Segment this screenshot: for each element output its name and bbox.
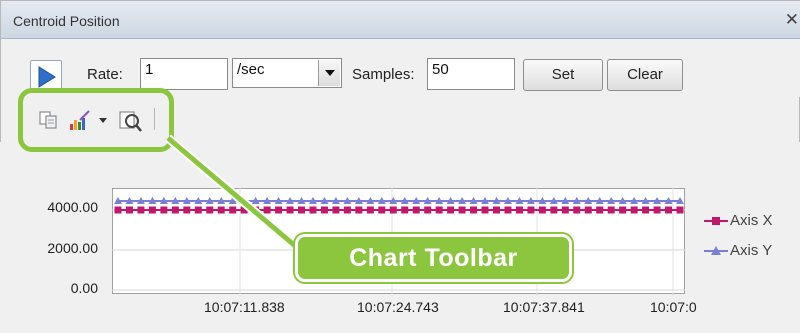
data-point — [435, 206, 443, 214]
data-point — [458, 206, 466, 214]
data-point — [332, 206, 340, 214]
data-point — [596, 206, 604, 214]
data-point — [527, 206, 535, 214]
data-point — [309, 206, 317, 214]
data-point — [424, 206, 432, 214]
data-point — [619, 206, 627, 214]
data-point — [275, 206, 283, 214]
legend-item-axis-x: Axis X — [704, 212, 796, 232]
data-point — [366, 206, 374, 214]
data-point — [286, 206, 294, 214]
data-point — [401, 206, 409, 214]
data-point — [240, 206, 248, 214]
data-point — [412, 206, 420, 214]
data-point — [538, 206, 546, 214]
legend-marker-triangle-icon — [704, 246, 728, 255]
data-point — [298, 206, 306, 214]
data-point — [665, 206, 673, 214]
y-tick-label: 0.00 — [70, 280, 98, 296]
y-tick-label: 2000.00 — [47, 240, 98, 256]
legend-marker-square-icon — [704, 217, 728, 225]
x-tick-label: 10:07:11.838 — [204, 299, 285, 315]
data-point — [676, 206, 684, 214]
data-point — [607, 206, 615, 214]
data-point — [481, 206, 489, 214]
legend-label: Axis Y — [730, 242, 773, 259]
data-point — [378, 206, 386, 214]
data-point — [447, 206, 455, 214]
data-point — [492, 206, 500, 214]
data-point — [148, 206, 156, 214]
y-tick-label: 4000.00 — [47, 199, 98, 215]
data-point — [355, 206, 363, 214]
data-point — [263, 206, 271, 214]
data-point — [389, 206, 397, 214]
data-point — [653, 206, 661, 214]
x-tick-label: 10:07:0 — [650, 299, 697, 315]
legend-label: Axis X — [730, 212, 773, 229]
data-point — [320, 206, 328, 214]
data-point — [584, 206, 592, 214]
data-point — [561, 206, 569, 214]
data-point — [206, 206, 214, 214]
data-point — [470, 206, 478, 214]
chart-plot — [112, 188, 685, 296]
legend-item-axis-y: Axis Y — [704, 242, 796, 262]
data-point — [160, 206, 168, 214]
callout-highlight-ring — [18, 88, 174, 152]
data-point — [504, 206, 512, 214]
data-point — [171, 206, 179, 214]
data-point — [114, 206, 122, 214]
data-point — [515, 206, 523, 214]
x-tick-label: 10:07:24.743 — [357, 299, 439, 315]
data-point — [343, 206, 351, 214]
data-point — [183, 206, 191, 214]
x-tick-label: 10:07:37.841 — [503, 299, 585, 315]
data-point — [137, 206, 145, 214]
data-point — [194, 206, 202, 214]
data-point — [125, 206, 133, 214]
data-point — [642, 206, 650, 214]
data-point — [573, 206, 581, 214]
data-point — [217, 206, 225, 214]
data-point — [252, 206, 260, 214]
data-point — [229, 206, 237, 214]
data-point — [550, 206, 558, 214]
chart-toolbar-callout: Chart Toolbar — [295, 234, 572, 282]
data-point — [630, 206, 638, 214]
